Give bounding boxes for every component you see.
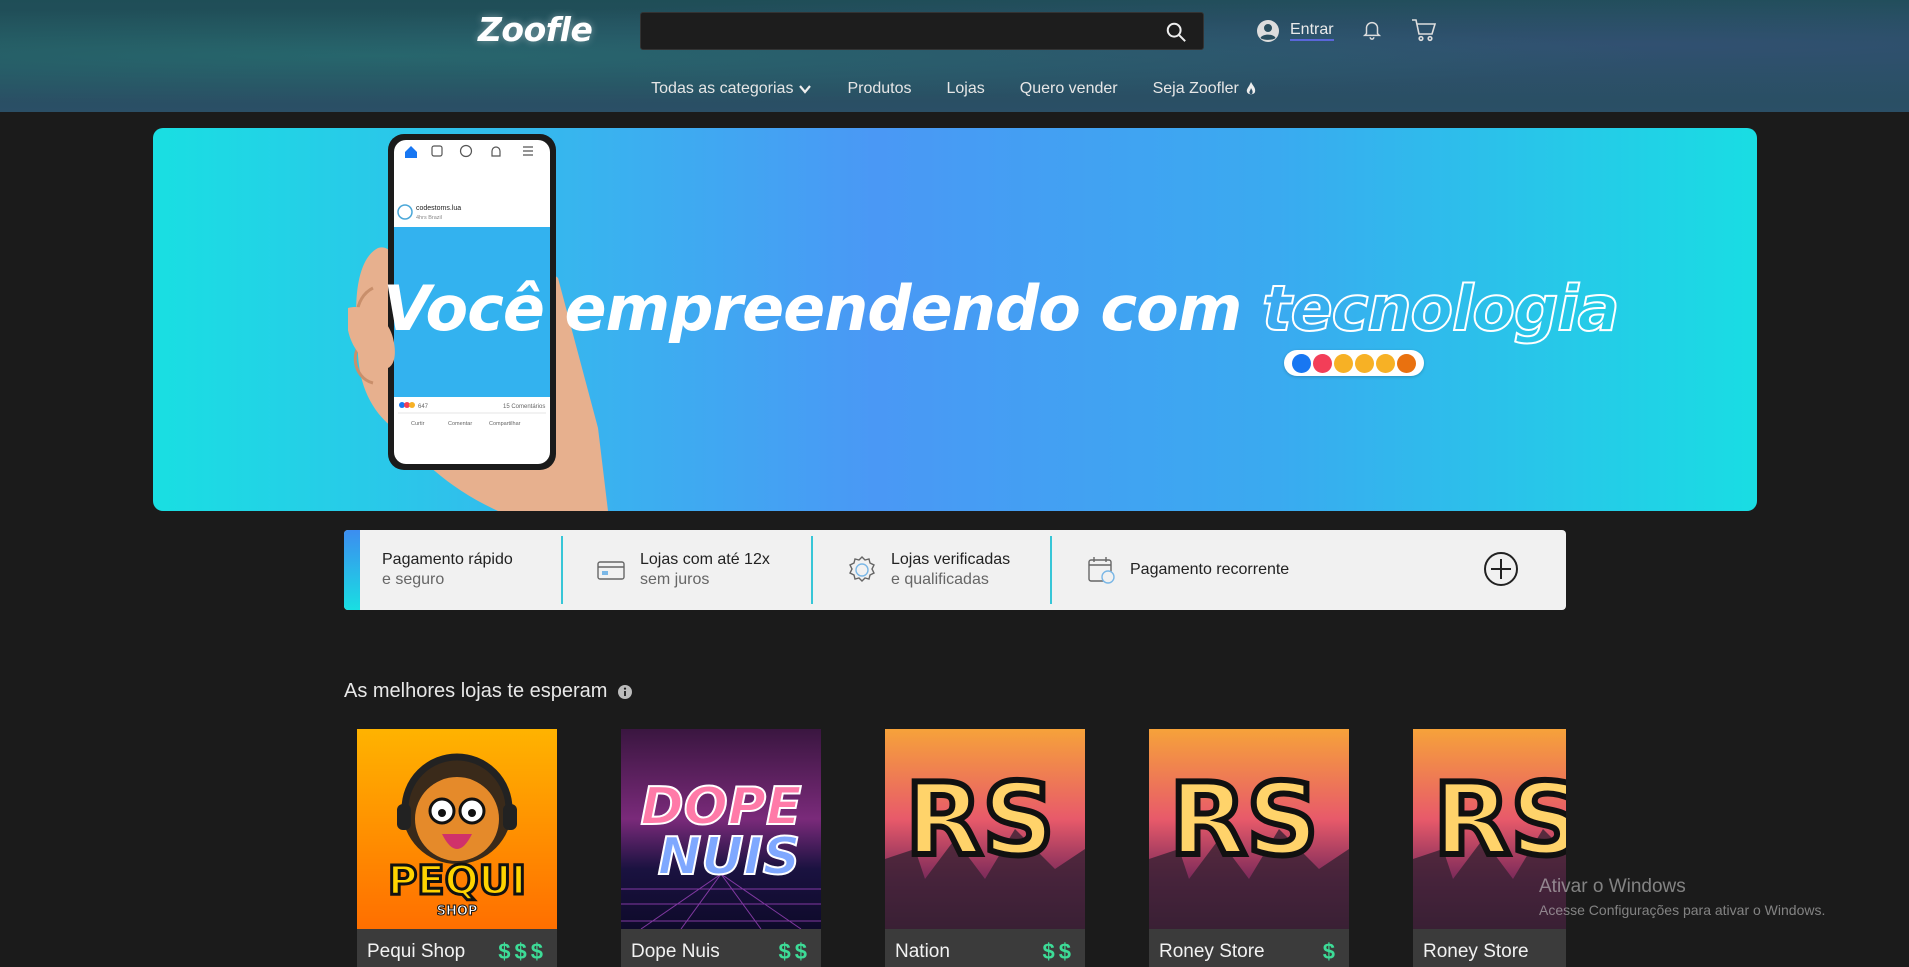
divider	[1050, 536, 1052, 604]
pequi-logo-sub: SHOP	[437, 904, 478, 919]
nav-item-join[interactable]: Seja Zoofler	[1153, 78, 1258, 100]
phone-comments-count: 15 Comentários	[503, 404, 545, 410]
store-card-pequi-shop[interactable]: PEQUI SHOP Pequi Shop $$$	[357, 729, 557, 967]
store-card-roney-store[interactable]: RS Roney Store $	[1149, 729, 1349, 967]
nav-item-sell[interactable]: Quero vender	[1020, 78, 1118, 100]
store-card-roney-store-2[interactable]: RS Roney Store	[1413, 729, 1566, 967]
wow-reaction-icon	[1355, 353, 1374, 373]
nav-item-categories[interactable]: Todas as categorias	[651, 78, 812, 100]
features-bar: Pagamento rápido e seguro Lojas com até …	[344, 530, 1566, 610]
store-name: Pequi Shop	[367, 940, 466, 962]
rs-logo-text: RS	[1433, 761, 1566, 878]
card-icon	[597, 561, 625, 580]
store-name: Roney Store	[1159, 940, 1265, 962]
reactions-bar	[1284, 350, 1424, 376]
store-name: Dope Nuis	[631, 940, 720, 962]
haha-reaction-icon	[1334, 353, 1353, 373]
feature-verified-stores: Lojas verificadas e qualificadas	[847, 530, 1010, 610]
store-logo: RS	[885, 729, 1085, 929]
chevron-down-icon	[799, 85, 812, 94]
banner-headline-main: Você empreendendo com	[383, 272, 1262, 345]
phone-action-like: Curtir	[411, 421, 425, 427]
verified-badge-icon	[849, 556, 875, 582]
hero-banner[interactable]: codestoms.lua 4hrs Brazil 647 15 Comentá…	[153, 128, 1757, 511]
banner-headline: Você empreendendo com tecnologia	[383, 271, 1683, 346]
angry-reaction-icon	[1397, 353, 1416, 373]
search-icon[interactable]	[1165, 21, 1187, 43]
nav-item-stores[interactable]: Lojas	[947, 78, 985, 100]
phone-profile-sub: 4hrs Brazil	[416, 215, 442, 221]
dope-logo-sub: NUIS	[658, 827, 801, 887]
zoofle-logo[interactable]: Zoofle	[478, 10, 593, 49]
features-accent	[344, 530, 360, 610]
login-button[interactable]: Entrar	[1256, 18, 1334, 44]
like-reaction-icon	[1292, 353, 1311, 373]
stores-section-title: As melhores lojas te esperam	[344, 680, 633, 703]
phone-action-comment: Comentar	[448, 421, 472, 427]
store-logo: PEQUI SHOP	[357, 729, 557, 929]
banner-headline-outline: tecnologia	[1261, 271, 1620, 346]
price-level: $$	[778, 938, 811, 964]
love-reaction-icon	[1313, 353, 1332, 373]
info-icon[interactable]	[617, 684, 633, 700]
windows-activation-watermark: Ativar o Windows Acesse Configurações pa…	[1539, 876, 1826, 918]
phone-likes-count: 647	[418, 404, 429, 410]
pequi-logo-text: PEQUI	[388, 858, 526, 904]
plus-circle-icon[interactable]	[1482, 550, 1520, 588]
nav-item-products[interactable]: Produtos	[847, 78, 911, 100]
store-name: Nation	[895, 940, 950, 962]
divider	[811, 536, 813, 604]
price-level: $	[1322, 938, 1339, 964]
search-input[interactable]	[641, 13, 1203, 49]
sad-reaction-icon	[1376, 353, 1395, 373]
flame-icon	[1246, 82, 1256, 95]
calendar-icon	[1088, 557, 1115, 584]
price-level: $$$	[498, 938, 547, 964]
rs-logo-text: RS	[905, 761, 1054, 878]
search-bar	[640, 12, 1204, 50]
store-name: Roney Store	[1423, 940, 1529, 962]
feature-installments: Lojas com até 12x sem juros	[596, 530, 770, 610]
store-card-dope-nuis[interactable]: DOPE NUIS Dope Nuis $$	[621, 729, 821, 967]
bell-icon[interactable]	[1361, 17, 1383, 41]
phone-profile-name: codestoms.lua	[416, 205, 461, 212]
divider	[561, 536, 563, 604]
cart-icon[interactable]	[1411, 18, 1437, 42]
phone-action-share: Compartilhar	[489, 421, 521, 427]
user-avatar-icon	[1257, 20, 1279, 42]
feature-recurring-payment: Pagamento recorrente	[1086, 530, 1289, 610]
site-header: Zoofle Entrar Todas as categorias Produt…	[0, 0, 1909, 112]
main-nav: Todas as categorias Produtos Lojas Quero…	[0, 78, 1909, 100]
login-label[interactable]: Entrar	[1290, 21, 1334, 41]
store-card-nation[interactable]: RS Nation $$	[885, 729, 1085, 967]
price-level: $$	[1042, 938, 1075, 964]
rs-logo-text: RS	[1169, 761, 1318, 878]
feature-fast-payment: Pagamento rápido e seguro	[382, 551, 513, 588]
store-logo: RS	[1149, 729, 1349, 929]
store-logo: DOPE NUIS	[621, 729, 821, 929]
